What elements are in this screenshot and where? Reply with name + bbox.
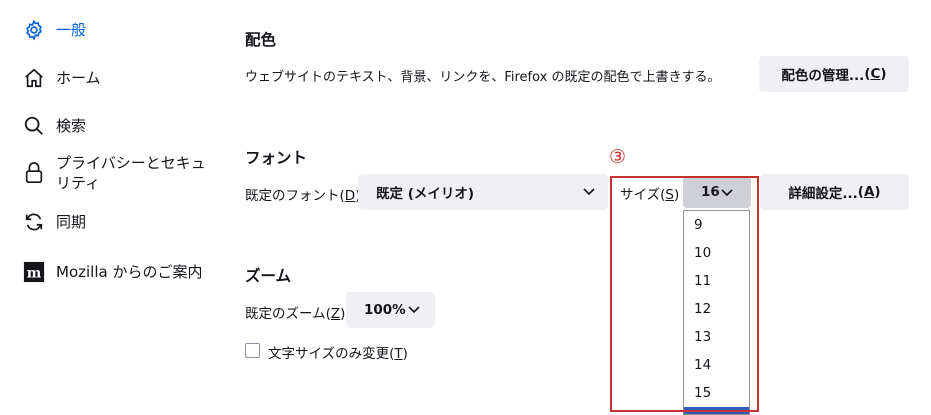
lock-icon xyxy=(22,152,46,194)
sync-icon xyxy=(22,210,46,234)
default-font-select[interactable]: 既定 (メイリオ) xyxy=(358,174,608,210)
annotation-highlight-box xyxy=(610,176,759,412)
manage-colors-button[interactable]: 配色の管理...(C) xyxy=(759,56,909,92)
text-only-zoom-label: 文字サイズのみ変更(T) xyxy=(268,346,408,362)
sidebar-item-label: 一般 xyxy=(56,21,87,39)
sidebar-item-mozilla[interactable]: m Mozilla からのご案内 xyxy=(22,260,202,284)
sidebar-item-label: 検索 xyxy=(56,117,87,135)
default-zoom-select[interactable]: 100% xyxy=(346,292,435,328)
zoom-section-title: ズーム xyxy=(245,267,292,285)
home-icon xyxy=(22,66,46,90)
fonts-section-title: フォント xyxy=(245,149,308,167)
sidebar-item-general[interactable]: 一般 xyxy=(22,18,86,42)
svg-text:m: m xyxy=(27,266,42,282)
default-font-value: 既定 (メイリオ) xyxy=(376,186,475,202)
default-zoom-label: 既定のズーム(Z) xyxy=(245,306,346,322)
text-only-zoom-checkbox[interactable] xyxy=(245,343,260,358)
sidebar-item-label: ホーム xyxy=(56,69,101,87)
advanced-fonts-button[interactable]: 詳細設定...(A) xyxy=(760,174,909,210)
default-font-label: 既定のフォント(D) xyxy=(245,188,360,204)
sidebar-item-search[interactable]: 検索 xyxy=(22,114,86,138)
colors-description: ウェブサイトのテキスト、背景、リンクを、Firefox の既定の配色で上書きする… xyxy=(245,70,721,85)
sidebar-item-label: 同期 xyxy=(56,213,87,231)
search-icon xyxy=(22,114,46,138)
mozilla-icon: m xyxy=(22,260,46,284)
chevron-down-icon xyxy=(583,188,595,196)
sidebar-item-label: プライバシーとセキュリティ xyxy=(56,154,206,192)
chevron-down-icon xyxy=(408,306,420,314)
default-zoom-value: 100% xyxy=(364,302,406,318)
sidebar-item-label: Mozilla からのご案内 xyxy=(56,263,203,281)
annotation-number: ③ xyxy=(609,146,627,168)
sidebar-item-privacy[interactable]: プライバシーとセキュリティ xyxy=(22,152,206,194)
sidebar: 一般 ホーム 検索 プライバシーとセキュリティ 同期 m Mozilla からの… xyxy=(0,0,215,415)
sidebar-item-sync[interactable]: 同期 xyxy=(22,210,86,234)
sidebar-item-home[interactable]: ホーム xyxy=(22,66,101,90)
colors-section-title: 配色 xyxy=(245,31,277,49)
gear-icon xyxy=(22,18,46,42)
